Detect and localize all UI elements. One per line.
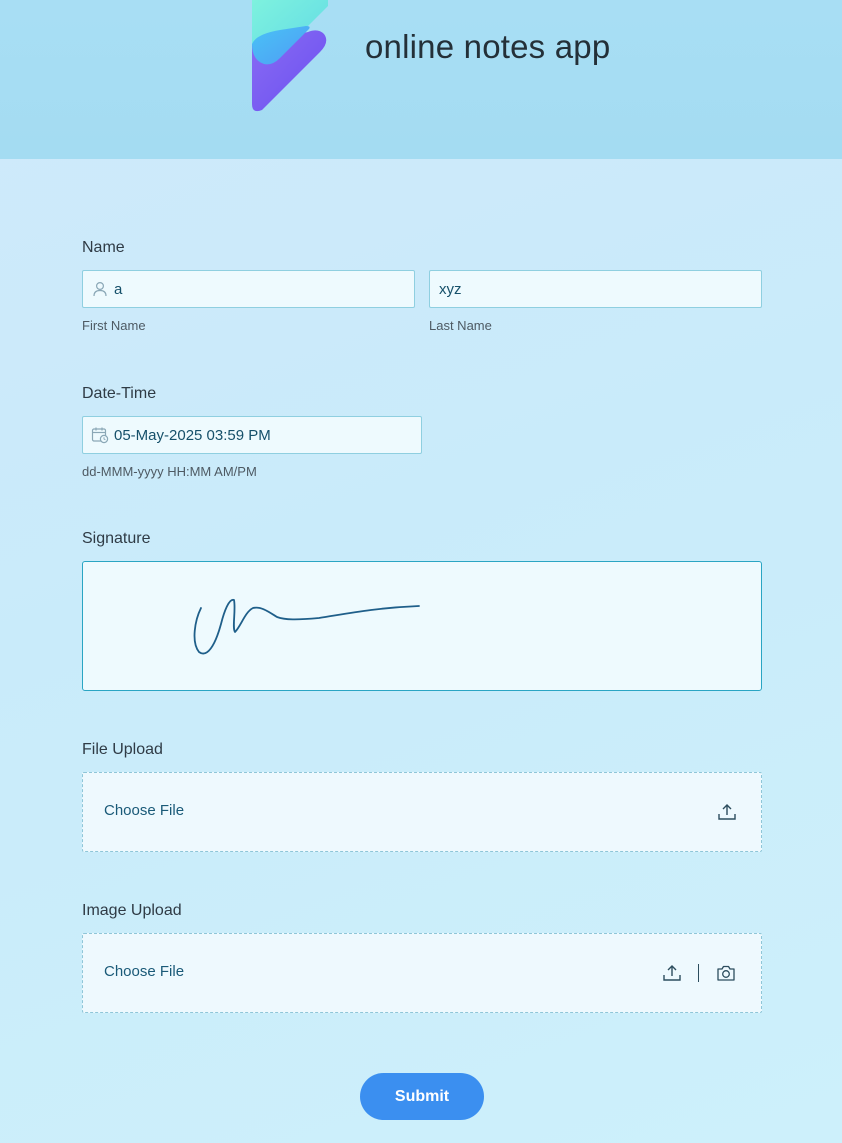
datetime-input[interactable]: 05-May-2025 03:59 PM (82, 416, 422, 454)
name-label: Name (82, 239, 125, 256)
image-upload-dropzone[interactable]: Choose File (82, 933, 762, 1013)
last-name-sublabel: Last Name (429, 318, 492, 333)
signature-label: Signature (82, 530, 151, 547)
image-upload-label: Image Upload (82, 902, 182, 919)
last-name-value: xyz (439, 280, 462, 298)
camera-icon[interactable] (716, 963, 736, 983)
app-title: online notes app (365, 28, 611, 65)
signature-pad[interactable] (82, 561, 762, 691)
image-choose-button[interactable]: Choose File (104, 963, 184, 980)
icon-divider (698, 964, 699, 982)
header-banner: online notes app (0, 0, 842, 159)
first-name-value: a (114, 280, 123, 298)
datetime-label: Date-Time (82, 385, 157, 402)
datetime-value: 05-May-2025 03:59 PM (114, 426, 271, 444)
datetime-format-hint: dd-MMM-yyyy HH:MM AM/PM (82, 464, 257, 479)
upload-icon[interactable] (662, 963, 682, 983)
first-name-sublabel: First Name (82, 318, 146, 333)
file-upload-label: File Upload (82, 741, 163, 758)
file-choose-button[interactable]: Choose File (104, 802, 184, 819)
submit-button[interactable]: Submit (360, 1073, 484, 1120)
calendar-clock-icon (91, 426, 109, 444)
file-upload-dropzone[interactable]: Choose File (82, 772, 762, 852)
signature-stroke (193, 599, 420, 655)
user-icon (91, 280, 109, 298)
app-logo (252, 0, 328, 112)
first-name-input[interactable]: a (82, 270, 415, 308)
upload-icon[interactable] (717, 802, 737, 822)
last-name-input[interactable]: xyz (429, 270, 762, 308)
